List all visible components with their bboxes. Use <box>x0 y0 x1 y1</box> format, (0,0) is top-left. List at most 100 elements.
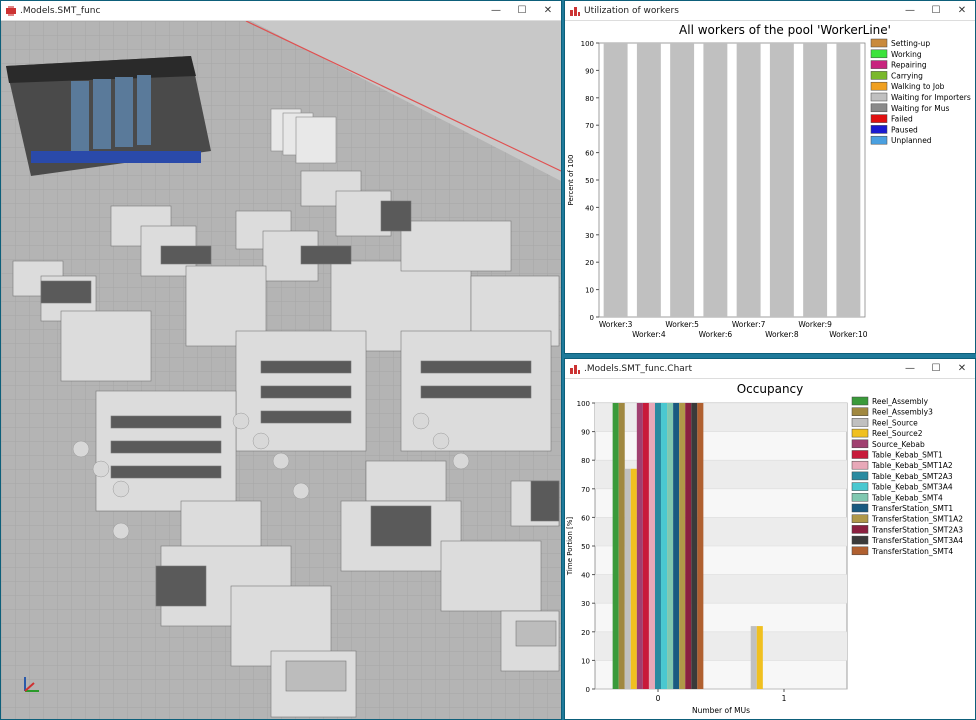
x-tick-label: Worker:5 <box>665 320 699 329</box>
y-tick-label: 60 <box>585 150 594 158</box>
x-tick-label: 1 <box>782 694 787 703</box>
maximize-icon[interactable]: ☐ <box>923 359 949 379</box>
legend-label: Table_Kebab_SMT1A2 <box>871 461 953 470</box>
y-tick-label: 80 <box>581 457 590 465</box>
model-3d-viewport[interactable] <box>1 20 561 719</box>
bar <box>679 403 686 689</box>
utilization-chart-area: All workers of the pool 'WorkerLine' 0 10 2… <box>565 21 975 353</box>
x-tick-label: Worker:8 <box>765 330 799 339</box>
legend-swatch <box>851 450 869 459</box>
maximize-icon[interactable]: ☐ <box>923 1 949 21</box>
y-tick-label: 90 <box>581 429 590 437</box>
legend-label: Reel_Assembly <box>872 397 929 406</box>
model-window-title: .Models.SMT_func <box>20 5 101 16</box>
bar <box>624 468 631 689</box>
y-tick-label: 20 <box>581 629 590 637</box>
x-tick-label: Worker:7 <box>732 320 766 329</box>
legend-label: Waiting for Importers <box>891 93 971 102</box>
legend-swatch <box>870 135 888 145</box>
occupancy-window[interactable]: .Models.SMT_func.Chart — ☐ ✕ Occupancy 0 1… <box>564 358 976 720</box>
y-tick-label: 50 <box>581 543 590 551</box>
y-tick-label: 30 <box>585 232 594 240</box>
bar <box>603 43 628 317</box>
minimize-icon[interactable]: — <box>897 1 923 21</box>
legend-swatch <box>851 525 869 534</box>
legend-swatch <box>870 38 888 48</box>
utilization-window-title: Utilization of workers <box>584 5 679 16</box>
legend-label: TransferStation_SMT1 <box>871 504 953 513</box>
x-axis-label: Number of MUs <box>692 706 750 715</box>
bar <box>618 403 625 689</box>
model-window[interactable]: .Models.SMT_func — ☐ ✕ <box>0 0 562 720</box>
legend-swatch <box>870 60 888 69</box>
bar <box>836 43 861 317</box>
close-icon[interactable]: ✕ <box>949 359 975 379</box>
x-tick-label: Worker:4 <box>632 330 666 339</box>
legend-swatch <box>851 546 869 556</box>
model-window-titlebar[interactable]: .Models.SMT_func — ☐ ✕ <box>1 1 561 21</box>
y-tick-label: 60 <box>581 514 590 522</box>
bar <box>697 403 704 689</box>
bar <box>636 43 661 317</box>
axis-triad-icon <box>21 673 43 699</box>
legend-label: Paused <box>891 125 918 134</box>
utilization-chart: All workers of the pool 'WorkerLine' 0 10 2… <box>567 23 971 339</box>
legend-swatch <box>870 92 888 102</box>
y-tick-label: 40 <box>585 204 594 212</box>
legend-label: Table_Kebab_SMT2A3 <box>871 472 953 481</box>
legend-label: Source_Kebab <box>872 440 925 449</box>
occupancy-chart: Occupancy0102030405060708090100Time Port… <box>566 382 963 715</box>
legend-label: Walking to Job <box>891 82 945 91</box>
legend-swatch <box>870 71 888 80</box>
y-tick-label: 0 <box>590 314 594 322</box>
x-tick-label: Worker:9 <box>798 320 832 329</box>
storage-rack <box>6 56 211 176</box>
maximize-icon[interactable]: ☐ <box>509 1 535 21</box>
y-tick-label: 40 <box>581 572 590 580</box>
y-tick-label: 70 <box>585 122 594 130</box>
legend-label: TransferStation_SMT3A4 <box>871 536 963 545</box>
legend-label: Repairing <box>891 61 927 70</box>
close-icon[interactable]: ✕ <box>949 1 975 21</box>
utilization-window-titlebar[interactable]: Utilization of workers — ☐ ✕ <box>565 1 975 21</box>
legend-swatch <box>851 514 869 523</box>
y-tick-label: 20 <box>585 259 594 267</box>
legend-swatch <box>851 471 869 481</box>
bar <box>636 403 643 689</box>
occupancy-window-titlebar[interactable]: .Models.SMT_func.Chart — ☐ ✕ <box>565 359 975 379</box>
y-tick-label: 30 <box>581 600 590 608</box>
legend-label: TransferStation_SMT4 <box>871 547 953 556</box>
legend-swatch <box>851 482 869 491</box>
model-icon <box>6 5 16 16</box>
bar <box>661 403 668 689</box>
y-tick-label: 50 <box>585 177 594 185</box>
occupancy-window-title: .Models.SMT_func.Chart <box>584 363 693 374</box>
x-tick-label: Worker:6 <box>699 330 733 339</box>
y-tick-label: 10 <box>585 287 594 295</box>
minimize-icon[interactable]: — <box>897 359 923 379</box>
legend-swatch <box>851 428 869 438</box>
y-tick-label: 0 <box>586 686 590 694</box>
legend-label: Reel_Source <box>872 418 918 427</box>
legend-swatch <box>870 49 888 59</box>
close-icon[interactable]: ✕ <box>535 1 561 21</box>
legend-swatch <box>851 503 869 513</box>
legend-swatch <box>851 439 869 449</box>
y-tick-label: 90 <box>585 67 594 75</box>
legend-label: Failed <box>891 115 913 124</box>
bar <box>648 403 655 689</box>
x-tick-label: Worker:10 <box>829 330 868 339</box>
minimize-icon[interactable]: — <box>483 1 509 21</box>
y-tick-label: 100 <box>581 40 594 48</box>
bar <box>756 626 763 689</box>
legend-swatch <box>851 418 869 427</box>
chart-title: All workers of the pool 'WorkerLine' <box>679 23 891 37</box>
legend-swatch <box>870 125 888 134</box>
bar <box>703 43 728 317</box>
legend-label: Reel_Source2 <box>872 429 923 438</box>
utilization-window[interactable]: Utilization of workers — ☐ ✕ All workers… <box>564 0 976 354</box>
y-tick-label: 10 <box>581 657 590 665</box>
occupancy-chart-area: Occupancy 0 10 20 30 40 50 60 70 80 90 100 Time Port… <box>565 379 975 719</box>
bar <box>736 43 761 317</box>
bar <box>670 43 695 317</box>
